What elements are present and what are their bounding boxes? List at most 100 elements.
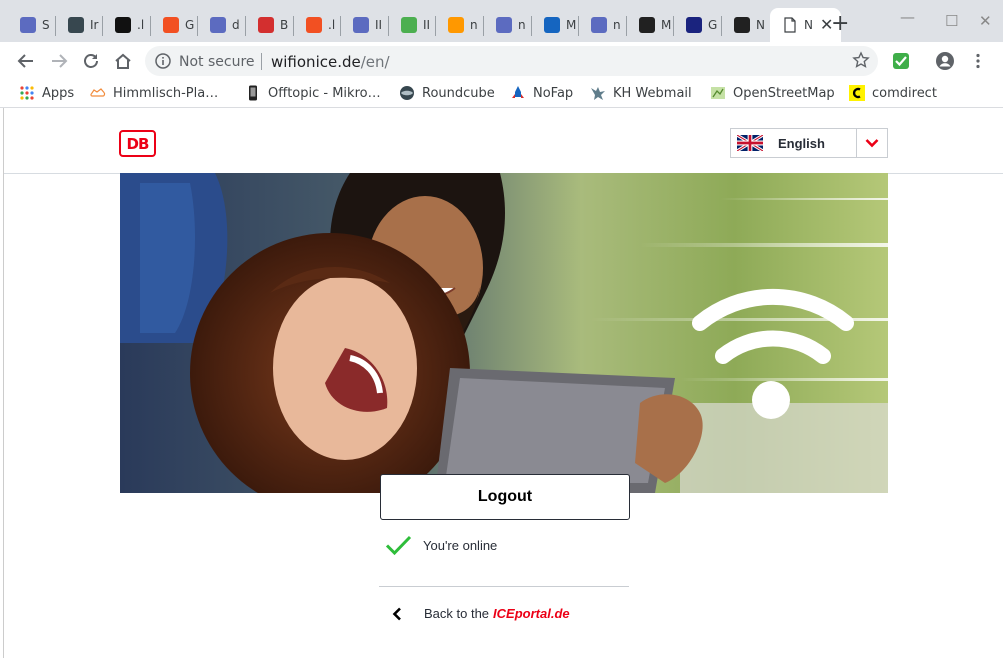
tab-label: d — [232, 18, 240, 32]
menu-button[interactable] — [967, 50, 989, 72]
tab-label: .l — [137, 18, 145, 32]
star-icon[interactable] — [852, 51, 870, 69]
db-logo[interactable]: DB — [119, 130, 156, 157]
extension-button[interactable] — [890, 50, 912, 72]
windows-grid-icon — [163, 17, 179, 33]
windows-grid-icon — [306, 17, 322, 33]
browser-tab[interactable]: .l — [103, 8, 151, 42]
browser-tab[interactable]: n — [579, 8, 627, 42]
browser-tab[interactable]: II — [389, 8, 437, 42]
bookmark-nofap[interactable]: NoFap — [510, 85, 573, 101]
generic-app-icon — [210, 17, 226, 33]
pen-icon — [544, 17, 560, 33]
maximize-icon[interactable]: ☐ — [945, 12, 958, 30]
bookmark-kh-webmail[interactable]: KH Webmail — [590, 85, 692, 101]
cloud-icon — [90, 85, 106, 101]
browser-tab[interactable]: B — [246, 8, 294, 42]
bookmark-roundcube[interactable]: Roundcube — [399, 85, 495, 101]
minimize-icon[interactable]: — — [900, 8, 915, 26]
bookmark-comdirect[interactable]: comdirect — [849, 85, 937, 101]
tab-separator — [626, 16, 627, 36]
language-dropdown-toggle[interactable] — [856, 129, 887, 157]
bookmark-himmlisch[interactable]: Himmlisch-Pla… — [90, 85, 218, 101]
url-path: /en/ — [360, 53, 390, 71]
bookmark-apps[interactable]: Apps — [19, 85, 74, 101]
profile-button[interactable] — [934, 50, 956, 72]
info-icon[interactable] — [155, 53, 171, 69]
back-prefix: Back to the — [424, 606, 490, 621]
arrow-left-icon — [17, 54, 33, 68]
tab-separator — [578, 16, 579, 36]
browser-tab[interactable]: M — [627, 8, 675, 42]
apps-grid-icon — [19, 85, 35, 101]
url-host: wifionice.de — [271, 53, 361, 71]
terminal-icon — [68, 17, 84, 33]
language-select[interactable]: English — [730, 128, 888, 158]
browser-tab[interactable]: n — [436, 8, 484, 42]
tab-separator — [55, 16, 56, 36]
generic-app-icon — [591, 17, 607, 33]
iceportal-brand: ICEportal.de — [493, 606, 570, 621]
rocket-icon — [510, 85, 526, 101]
bookmark-label: comdirect — [872, 85, 937, 101]
generic-app-icon — [20, 17, 36, 33]
phone-icon — [245, 85, 261, 101]
checkmark-extension-icon — [893, 53, 909, 69]
reload-button[interactable] — [80, 50, 102, 72]
home-button[interactable] — [112, 50, 134, 72]
bookmark-offtopic[interactable]: Offtopic - Mikro… — [245, 85, 381, 101]
address-bar[interactable]: Not secure wifionice.de/en/ — [145, 46, 878, 76]
tab-separator — [293, 16, 294, 36]
back-to-iceportal-link[interactable]: Back to the ICEportal.de — [391, 606, 570, 621]
browser-tab[interactable]: Ir — [56, 8, 104, 42]
tab-label: S — [42, 18, 50, 32]
tab-label: B — [280, 18, 289, 32]
bird-icon — [590, 85, 606, 101]
new-tab-button[interactable]: + — [831, 13, 849, 35]
browser-tab[interactable]: M — [532, 8, 580, 42]
tab-label: n — [613, 18, 621, 32]
status-text: You're online — [423, 538, 498, 553]
red-logo-icon — [258, 17, 274, 33]
web-page: DB English Logout You're online Back to … — [3, 108, 1003, 658]
browser-tab[interactable]: .l — [294, 8, 342, 42]
roundcube-icon — [399, 85, 415, 101]
close-window-icon[interactable]: ✕ — [979, 12, 992, 30]
browser-tab[interactable]: G — [674, 8, 722, 42]
language-label: English — [778, 135, 825, 151]
forward-button[interactable] — [48, 50, 70, 72]
browser-toolbar: Not secure wifionice.de/en/ — [0, 42, 1003, 80]
tab-separator — [102, 16, 103, 36]
browser-tab[interactable]: G — [151, 8, 199, 42]
generic-app-icon — [353, 17, 369, 33]
browser-tab[interactable]: S — [8, 8, 56, 42]
phone-icon — [734, 17, 750, 33]
bookmark-label: NoFap — [533, 85, 574, 101]
arrow-right-icon — [52, 54, 68, 68]
tab-label: n — [470, 18, 478, 32]
tab-separator — [435, 16, 436, 36]
hero-image — [120, 173, 888, 493]
tab-separator — [197, 16, 198, 36]
tab-separator — [721, 16, 722, 36]
tab-label: G — [708, 18, 718, 32]
tab-separator — [150, 16, 151, 36]
url-text[interactable]: wifionice.de/en/ — [271, 53, 390, 71]
browser-tab[interactable]: d — [198, 8, 246, 42]
bookmark-label: Offtopic - Mikro… — [268, 85, 381, 101]
logout-button[interactable]: Logout — [380, 474, 630, 520]
back-button[interactable] — [15, 50, 37, 72]
browser-tab[interactable]: n — [484, 8, 532, 42]
browser-tab[interactable]: N — [722, 8, 770, 42]
colorful-triangle-icon — [401, 17, 417, 33]
browser-tab[interactable]: II — [341, 8, 389, 42]
tab-separator — [245, 16, 246, 36]
reload-icon — [84, 54, 98, 68]
bookmark-openstreetmap[interactable]: OpenStreetMap — [710, 85, 835, 101]
bookmark-label: OpenStreetMap — [733, 85, 835, 101]
tab-separator — [673, 16, 674, 36]
chevron-down-icon — [865, 139, 879, 148]
m-logo-icon — [115, 17, 131, 33]
bookmark-label: Roundcube — [422, 85, 495, 101]
tab-label: II — [375, 18, 383, 32]
